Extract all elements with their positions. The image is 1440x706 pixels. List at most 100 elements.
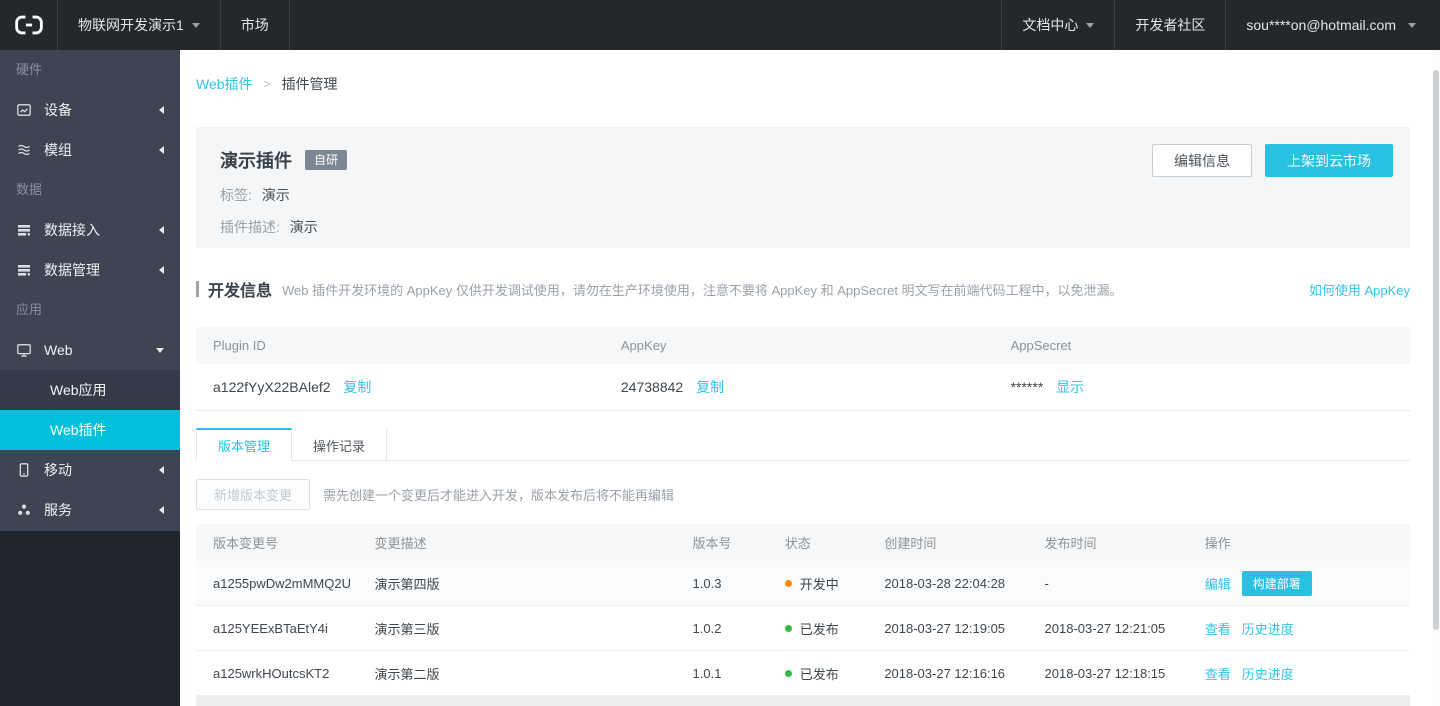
sidebar-item-device[interactable]: 设备 (0, 90, 180, 130)
status-dot (784, 669, 792, 677)
copy-appkey-link[interactable]: 复制 (696, 379, 724, 395)
table-row: a125wrkHOutcsKT2 演示第二版 1.0.1 已发布 2018-03… (196, 651, 1410, 696)
publish-to-market-button[interactable]: 上架到云市场 (1265, 144, 1393, 177)
sidebar-item-data-manage[interactable]: 数据管理 (0, 250, 180, 290)
nav-market[interactable]: 市场 (221, 0, 289, 50)
history-progress-link[interactable]: 历史进度 (1242, 619, 1294, 638)
data-access-icon (16, 222, 32, 238)
dev-info-title: 开发信息 (208, 283, 273, 300)
nav-market-label: 市场 (240, 17, 269, 33)
sidebar-item-label: 模组 (44, 142, 72, 158)
nav-doc-center[interactable]: 文档中心 (1002, 0, 1114, 50)
desc-label: 插件描述: (220, 219, 280, 235)
brand-logo[interactable] (0, 0, 57, 50)
change-id: a125wrkHOutcsKT2 (213, 665, 330, 681)
sidebar-section-hardware: 硬件 (16, 62, 43, 77)
history-progress-link[interactable]: 历史进度 (1242, 664, 1294, 683)
sidebar-item-module[interactable]: 模组 (0, 130, 180, 170)
module-layers-icon (16, 142, 32, 158)
sidebar-item-web[interactable]: Web (0, 330, 180, 370)
plugin-summary-card: 演示插件 自研 标签: 演示 插件描述: 演示 编辑信息 上架到云市场 (196, 127, 1410, 248)
service-people-icon (16, 502, 32, 518)
nav-account-label: sou****on@hotmail.com (1246, 17, 1396, 33)
version-table: 版本变更号 变更描述 版本号 状态 创建时间 发布时间 操作 a1255pwDw… (196, 524, 1410, 706)
tag-label: 标签: (220, 187, 252, 203)
scrollbar-thumb[interactable] (1433, 70, 1439, 630)
nav-dev-community[interactable]: 开发者社区 (1115, 0, 1225, 50)
sidebar-item-web-plugin[interactable]: Web插件 (0, 410, 180, 450)
nav-doc-center-label: 文档中心 (1022, 17, 1079, 33)
sidebar-item-label: Web应用 (50, 382, 107, 398)
nav-account-menu[interactable]: sou****on@hotmail.com (1226, 0, 1440, 50)
plugin-tag-row: 标签: 演示 (220, 185, 1386, 205)
appkey-table-header: Plugin ID AppKey AppSecret (196, 327, 1410, 364)
view-version-link[interactable]: 查看 (1205, 619, 1231, 638)
published-at: - (1044, 575, 1049, 591)
device-icon (16, 102, 32, 118)
tag-value: 演示 (261, 187, 290, 203)
sidebar-item-label: 移动 (44, 462, 72, 478)
tab-operation-log[interactable]: 操作记录 (292, 428, 388, 461)
change-desc: 演示第二版 (374, 666, 440, 682)
mobile-phone-icon (16, 462, 32, 478)
version-number: 1.0.1 (692, 665, 722, 681)
sidebar-item-label: 数据接入 (44, 222, 100, 238)
sidebar-item-web-app[interactable]: Web应用 (0, 370, 180, 410)
col-actions: 操作 (1204, 536, 1231, 551)
plugin-id-value: a122fYyX22BAlef2 (213, 379, 331, 395)
next-row-edge (196, 696, 1410, 706)
created-at: 2018-03-28 22:04:28 (884, 575, 1006, 591)
brand-logo-icon (14, 15, 43, 35)
sidebar-item-data-access[interactable]: 数据接入 (0, 210, 180, 250)
chevron-down-icon (1086, 22, 1095, 28)
created-at: 2018-03-27 12:19:05 (884, 620, 1006, 636)
copy-plugin-id-link[interactable]: 复制 (343, 379, 371, 395)
tab-version-manage[interactable]: 版本管理 (196, 428, 293, 461)
self-developed-badge: 自研 (305, 150, 348, 170)
top-navbar: 物联网开发演示1 市场 文档中心 开发者社区 sou****on@hotmail… (0, 0, 1440, 50)
sidebar-item-service[interactable]: 服务 (0, 490, 180, 530)
sidebar-item-mobile[interactable]: 移动 (0, 450, 180, 490)
col-change-desc: 变更描述 (374, 536, 427, 551)
chevron-down-icon (156, 347, 164, 353)
web-monitor-icon (16, 342, 32, 358)
edit-info-button[interactable]: 编辑信息 (1152, 144, 1252, 177)
plugin-desc-row: 插件描述: 演示 (220, 217, 1386, 237)
build-deploy-button[interactable]: 构建部署 (1241, 570, 1312, 596)
chevron-left-icon (159, 226, 164, 234)
chevron-left-icon (159, 466, 164, 474)
breadcrumb-web-plugin-link[interactable]: Web插件 (196, 74, 253, 94)
add-version-hint: 需先创建一个变更后才能进入开发，版本发布后将不能再编辑 (323, 488, 675, 503)
add-version-button[interactable]: 新增版本变更 (196, 479, 311, 510)
chevron-down-icon (191, 22, 200, 28)
view-version-link[interactable]: 查看 (1205, 664, 1231, 683)
tab-bar: 版本管理 操作记录 (196, 428, 1410, 461)
sidebar: 硬件 设备 模组 数据 数据接入 数据管理 应用 Web Web应用 Web插件… (0, 50, 180, 706)
plugin-title: 演示插件 (220, 151, 292, 171)
col-created: 创建时间 (884, 536, 937, 551)
sidebar-item-label: 服务 (44, 502, 72, 518)
change-desc: 演示第四版 (374, 576, 440, 592)
table-row: a125YEExBTaEtY4i 演示第三版 1.0.2 已发布 2018-03… (196, 606, 1410, 651)
appkey-table: Plugin ID AppKey AppSecret a122fYyX22BAl… (196, 327, 1410, 411)
sidebar-item-label: Web插件 (50, 422, 107, 438)
appkey-table-row: a122fYyX22BAlef2 复制 24738842 复制 ****** 显… (196, 364, 1410, 411)
appkey-help-link[interactable]: 如何使用 AppKey (1309, 280, 1410, 299)
nav-project-selector[interactable]: 物联网开发演示1 (58, 0, 220, 50)
version-table-header: 版本变更号 变更描述 版本号 状态 创建时间 发布时间 操作 (196, 524, 1410, 561)
sidebar-item-label: 数据管理 (44, 262, 100, 278)
col-plugin-id: Plugin ID (213, 338, 266, 353)
col-appsecret: AppSecret (1010, 338, 1072, 353)
add-version-row: 新增版本变更 需先创建一个变更后才能进入开发，版本发布后将不能再编辑 (196, 479, 1410, 510)
col-status: 状态 (784, 536, 811, 551)
sidebar-menu: 硬件 设备 模组 数据 数据接入 数据管理 应用 Web Web应用 Web插件… (0, 50, 180, 531)
edit-version-link[interactable]: 编辑 (1205, 574, 1231, 593)
col-appkey: AppKey (620, 338, 667, 353)
col-change-id: 版本变更号 (213, 536, 279, 551)
chevron-left-icon (159, 106, 164, 114)
show-appsecret-link[interactable]: 显示 (1056, 379, 1084, 395)
sidebar-item-label: 设备 (44, 102, 72, 118)
sidebar-section-data: 数据 (16, 182, 43, 197)
status-dot (784, 624, 792, 632)
